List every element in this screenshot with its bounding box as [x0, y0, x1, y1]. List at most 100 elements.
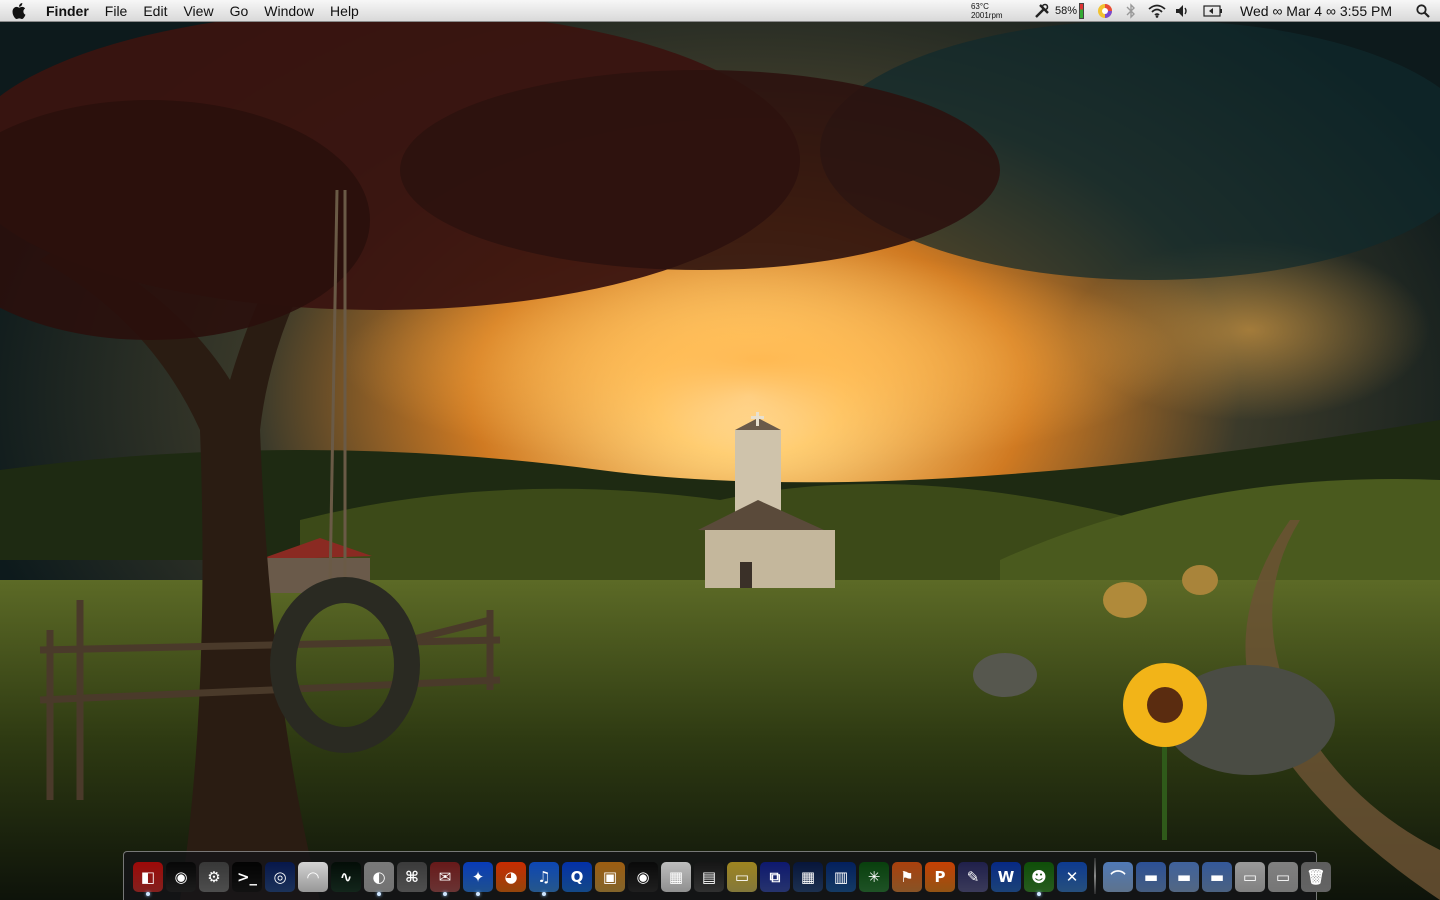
dock-item[interactable]: ☻ — [1023, 856, 1055, 896]
dock-item[interactable]: ▭ — [726, 856, 758, 896]
iphoto-icon[interactable]: ▣ — [595, 862, 625, 892]
dock-item[interactable]: ✎ — [957, 856, 989, 896]
calendar-icon[interactable]: ▦ — [661, 862, 691, 892]
wunderlist-icon[interactable]: W — [991, 862, 1021, 892]
network-utility-icon[interactable]: ⌘ — [397, 862, 427, 892]
volume-icon[interactable] — [1170, 0, 1196, 22]
airport-utility-icon[interactable]: ◠ — [298, 862, 328, 892]
running-indicator — [476, 892, 480, 896]
menu-window[interactable]: Window — [256, 0, 322, 22]
dock-item[interactable]: ▣ — [594, 856, 626, 896]
fan-speed-value: 2001rpm — [970, 10, 1003, 20]
dashboard-icon[interactable]: ◉ — [166, 862, 196, 892]
running-indicator — [146, 892, 150, 896]
mail-stack-icon[interactable]: ▭ — [1268, 862, 1298, 892]
dock-item[interactable]: ▦ — [660, 856, 692, 896]
quicktime-icon[interactable]: Q — [562, 862, 592, 892]
activity-monitor-icon[interactable]: ∿ — [331, 862, 361, 892]
dock-item[interactable]: ✉ — [429, 856, 461, 896]
applications-stack-icon[interactable]: ⌒ — [1103, 862, 1133, 892]
numbers-icon[interactable]: ▥ — [826, 862, 856, 892]
dock-item[interactable]: ◉ — [627, 856, 659, 896]
documents-folder-icon[interactable]: ▬ — [1136, 862, 1166, 892]
dock-item[interactable]: ◠ — [297, 856, 329, 896]
dock-item[interactable]: ▥ — [825, 856, 857, 896]
dock-item[interactable]: ✕ — [1056, 856, 1088, 896]
dock-item[interactable]: ▦ — [792, 856, 824, 896]
dock-item[interactable]: ◕ — [495, 856, 527, 896]
menu-clock[interactable]: Wed ∞ Mar 4 ∞ 3:55 PM — [1230, 3, 1406, 19]
trash-icon[interactable]: 🗑 — [1301, 862, 1331, 892]
menu-edit[interactable]: Edit — [135, 0, 175, 22]
dock-item[interactable]: ◧ — [132, 856, 164, 896]
menu-view[interactable]: View — [175, 0, 221, 22]
apple-logo-icon[interactable] — [0, 0, 38, 22]
safari-icon[interactable]: ✦ — [463, 862, 493, 892]
downloads-folder-icon[interactable]: ▬ — [1169, 862, 1199, 892]
temperature-value: 63°C — [970, 1, 989, 11]
menu-help[interactable]: Help — [322, 0, 367, 22]
dock-item[interactable]: 🗑 — [1300, 856, 1332, 896]
dock-item[interactable]: ◐ — [363, 856, 395, 896]
menu-app-finder[interactable]: Finder — [38, 0, 97, 22]
dock-item[interactable]: ∿ — [330, 856, 362, 896]
dock-item[interactable]: ♫ — [528, 856, 560, 896]
disk-utility-icon[interactable]: ◐ — [364, 862, 394, 892]
x11-icon[interactable]: ✕ — [1057, 862, 1087, 892]
battery-level-bar-icon[interactable] — [1079, 2, 1085, 19]
network-connect-icon[interactable]: ⧉ — [760, 862, 790, 892]
dock-item[interactable]: ◎ — [264, 856, 296, 896]
dock-item[interactable]: P — [924, 856, 956, 896]
menu-file[interactable]: File — [97, 0, 136, 22]
adium-icon[interactable]: ☻ — [1024, 862, 1054, 892]
dock-item[interactable]: ▬ — [1135, 856, 1167, 896]
status-area: 63°C 2001rpm 58% Wed ∞ Mar 4 ∞ 3:55 PM — [971, 0, 1440, 22]
dock-item[interactable]: ▤ — [693, 856, 725, 896]
finder-window-stack-icon[interactable]: ▭ — [1235, 862, 1265, 892]
time-machine-icon[interactable]: ◎ — [265, 862, 295, 892]
dock-item[interactable]: ▭ — [1234, 856, 1266, 896]
stamp-icon[interactable]: ✉ — [430, 862, 460, 892]
system-preferences-icon[interactable]: ⚙ — [199, 862, 229, 892]
twitterrific-icon[interactable]: ✳ — [859, 862, 889, 892]
dock-item[interactable]: ⌒ — [1102, 856, 1134, 896]
running-indicator — [1037, 892, 1041, 896]
dock-item[interactable]: ✦ — [462, 856, 494, 896]
dock-item[interactable]: ⚙ — [198, 856, 230, 896]
cinema-display-icon[interactable]: ▤ — [694, 862, 724, 892]
dock-item[interactable]: >_ — [231, 856, 263, 896]
itunes-icon[interactable]: ♫ — [529, 862, 559, 892]
dock: ◧ ◉ ⚙ >_ ◎ ◠ ∿ ◐ ⌘ ✉ ✦ ◕ ♫ Q ▣ ◉ ▦ ▤ ▭ ⧉ ▦ ▥ ✳ ⚑ P ✎ W ☻ ✕ ⌒ ▬ ▬ ▬ ▭ ▭ 🗑 — [123, 851, 1331, 900]
bird-app-icon[interactable]: ⚑ — [892, 862, 922, 892]
dock-item[interactable]: ⌘ — [396, 856, 428, 896]
menu-go[interactable]: Go — [222, 0, 257, 22]
spaces-icon[interactable]: ▦ — [793, 862, 823, 892]
desktop-wallpaper — [0, 0, 1440, 900]
disk-drive-icon[interactable]: ▭ — [727, 862, 757, 892]
dock-item[interactable]: ◉ — [165, 856, 197, 896]
dock-item[interactable]: ▭ — [1267, 856, 1299, 896]
color-wheel-icon[interactable] — [1092, 0, 1118, 22]
temperature-fan-readout[interactable]: 63°C 2001rpm — [971, 2, 1021, 20]
menu-bar: Finder File Edit View Go Window Help 63°… — [0, 0, 1440, 22]
pages-icon[interactable]: P — [925, 862, 955, 892]
finder-icon[interactable]: ◧ — [133, 862, 163, 892]
bluetooth-icon[interactable] — [1118, 0, 1144, 22]
dock-item[interactable]: ▬ — [1201, 856, 1233, 896]
app-store-folder-icon[interactable]: ▬ — [1202, 862, 1232, 892]
terminal-icon[interactable]: >_ — [232, 862, 262, 892]
dock-item[interactable]: ▬ — [1168, 856, 1200, 896]
dock-separator — [1094, 858, 1096, 894]
dock-item[interactable]: Q — [561, 856, 593, 896]
dock-item[interactable]: W — [990, 856, 1022, 896]
dock-item[interactable]: ⧉ — [759, 856, 791, 896]
scripts-icon[interactable]: ✎ — [958, 862, 988, 892]
spotlight-search-icon[interactable] — [1406, 0, 1440, 22]
photo-booth-icon[interactable]: ◉ — [628, 862, 658, 892]
battery-icon[interactable] — [1196, 0, 1230, 22]
dock-item[interactable]: ✳ — [858, 856, 890, 896]
firefox-icon[interactable]: ◕ — [496, 862, 526, 892]
wifi-icon[interactable] — [1144, 0, 1170, 22]
tools-icon[interactable] — [1029, 0, 1055, 22]
dock-item[interactable]: ⚑ — [891, 856, 923, 896]
